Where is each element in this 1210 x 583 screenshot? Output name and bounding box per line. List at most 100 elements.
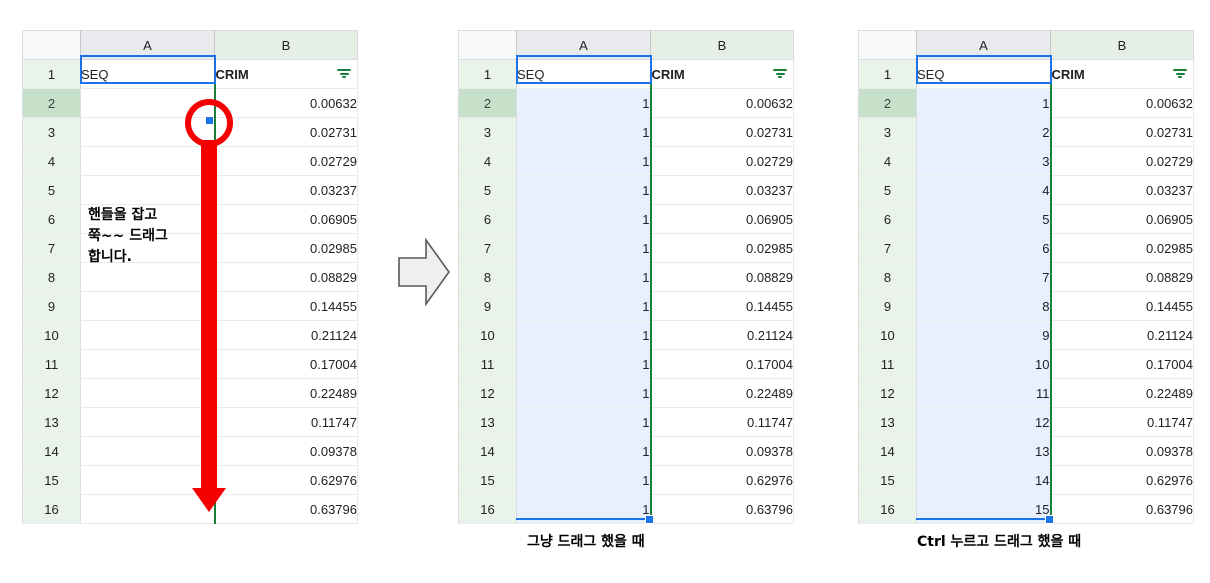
fill-handle[interactable] <box>1045 515 1054 524</box>
cell-b12[interactable]: 0.22489 <box>650 378 794 408</box>
row-header[interactable]: 1 <box>458 59 517 89</box>
cell-b8[interactable]: 0.08829 <box>650 262 794 292</box>
cell-b9[interactable]: 0.14455 <box>1050 291 1194 321</box>
cell-a9[interactable] <box>80 291 216 321</box>
row-header[interactable]: 6 <box>458 204 517 234</box>
row-header[interactable]: 13 <box>22 407 81 437</box>
cell-a5[interactable] <box>80 175 216 205</box>
row-header[interactable]: 3 <box>22 117 81 147</box>
cell-b5[interactable]: 0.03237 <box>1050 175 1194 205</box>
row-header[interactable]: 11 <box>458 349 517 379</box>
cell-a15[interactable]: 14 <box>916 465 1052 495</box>
cell-b3[interactable]: 0.02731 <box>1050 117 1194 147</box>
cell-a13[interactable] <box>80 407 216 437</box>
row-header[interactable]: 6 <box>858 204 917 234</box>
cell-a11[interactable]: 1 <box>516 349 652 379</box>
cell-a12[interactable] <box>80 378 216 408</box>
cell-a7[interactable]: 6 <box>916 233 1052 263</box>
row-header[interactable]: 15 <box>458 465 517 495</box>
cell-b14[interactable]: 0.09378 <box>214 436 358 466</box>
cell-b15[interactable]: 0.62976 <box>650 465 794 495</box>
cell-a12[interactable]: 11 <box>916 378 1052 408</box>
row-header[interactable]: 5 <box>458 175 517 205</box>
row-header[interactable]: 6 <box>22 204 81 234</box>
row-header[interactable]: 5 <box>22 175 81 205</box>
cell-b2[interactable]: 0.00632 <box>1050 88 1194 118</box>
cell-a14[interactable]: 13 <box>916 436 1052 466</box>
column-header-b[interactable]: B <box>214 30 358 60</box>
cell-b6[interactable]: 0.06905 <box>1050 204 1194 234</box>
row-header[interactable]: 3 <box>458 117 517 147</box>
row-header[interactable]: 2 <box>22 88 81 118</box>
row-header[interactable]: 14 <box>458 436 517 466</box>
row-header[interactable]: 5 <box>858 175 917 205</box>
cell-b1[interactable]: CRIM <box>214 59 358 89</box>
filter-funnel-icon[interactable] <box>337 69 351 79</box>
cell-b5[interactable]: 0.03237 <box>214 175 358 205</box>
cell-a8[interactable]: 7 <box>916 262 1052 292</box>
row-header[interactable]: 4 <box>458 146 517 176</box>
cell-b12[interactable]: 0.22489 <box>214 378 358 408</box>
cell-a13[interactable]: 12 <box>916 407 1052 437</box>
cell-b9[interactable]: 0.14455 <box>650 291 794 321</box>
row-header[interactable]: 9 <box>458 291 517 321</box>
cell-a1[interactable]: SEQ <box>80 59 216 89</box>
cell-a9[interactable]: 8 <box>916 291 1052 321</box>
row-header[interactable]: 16 <box>22 494 81 524</box>
row-header[interactable]: 2 <box>458 88 517 118</box>
cell-b14[interactable]: 0.09378 <box>650 436 794 466</box>
select-all-corner[interactable] <box>22 30 81 60</box>
cell-b9[interactable]: 0.14455 <box>214 291 358 321</box>
row-header[interactable]: 8 <box>22 262 81 292</box>
cell-a5[interactable]: 1 <box>516 175 652 205</box>
column-header-a[interactable]: A <box>516 30 651 60</box>
cell-b1[interactable]: CRIM <box>1050 59 1194 89</box>
row-header[interactable]: 14 <box>22 436 81 466</box>
cell-b10[interactable]: 0.21124 <box>214 320 358 350</box>
row-header[interactable]: 12 <box>22 378 81 408</box>
filter-funnel-icon[interactable] <box>773 69 787 79</box>
cell-b13[interactable]: 0.11747 <box>650 407 794 437</box>
row-header[interactable]: 13 <box>858 407 917 437</box>
cell-b4[interactable]: 0.02729 <box>650 146 794 176</box>
cell-b6[interactable]: 0.06905 <box>650 204 794 234</box>
cell-b15[interactable]: 0.62976 <box>1050 465 1194 495</box>
cell-b14[interactable]: 0.09378 <box>1050 436 1194 466</box>
cell-b11[interactable]: 0.17004 <box>1050 349 1194 379</box>
cell-b4[interactable]: 0.02729 <box>1050 146 1194 176</box>
row-header[interactable]: 3 <box>858 117 917 147</box>
row-header[interactable]: 7 <box>858 233 917 263</box>
fill-handle[interactable] <box>205 116 214 125</box>
cell-a4[interactable]: 1 <box>516 146 652 176</box>
row-header[interactable]: 12 <box>458 378 517 408</box>
cell-a2[interactable]: 1 <box>516 88 652 118</box>
cell-b1[interactable]: CRIM <box>650 59 794 89</box>
cell-a11[interactable] <box>80 349 216 379</box>
cell-a10[interactable]: 1 <box>516 320 652 350</box>
cell-a15[interactable]: 1 <box>516 465 652 495</box>
column-header-b[interactable]: B <box>1050 30 1194 60</box>
select-all-corner[interactable] <box>458 30 517 60</box>
cell-a3[interactable]: 2 <box>916 117 1052 147</box>
cell-b10[interactable]: 0.21124 <box>650 320 794 350</box>
cell-b15[interactable]: 0.62976 <box>214 465 358 495</box>
column-header-b[interactable]: B <box>650 30 794 60</box>
cell-b8[interactable]: 0.08829 <box>1050 262 1194 292</box>
row-header[interactable]: 11 <box>858 349 917 379</box>
cell-b16[interactable]: 0.63796 <box>650 494 794 524</box>
cell-a6[interactable]: 1 <box>516 204 652 234</box>
row-header[interactable]: 9 <box>22 291 81 321</box>
fill-handle[interactable] <box>645 515 654 524</box>
cell-b3[interactable]: 0.02731 <box>650 117 794 147</box>
cell-a4[interactable]: 3 <box>916 146 1052 176</box>
cell-b7[interactable]: 0.02985 <box>214 233 358 263</box>
cell-a9[interactable]: 1 <box>516 291 652 321</box>
cell-a8[interactable]: 1 <box>516 262 652 292</box>
row-header[interactable]: 10 <box>22 320 81 350</box>
cell-a4[interactable] <box>80 146 216 176</box>
row-header[interactable]: 12 <box>858 378 917 408</box>
cell-b7[interactable]: 0.02985 <box>650 233 794 263</box>
cell-b13[interactable]: 0.11747 <box>214 407 358 437</box>
cell-a3[interactable]: 1 <box>516 117 652 147</box>
cell-b4[interactable]: 0.02729 <box>214 146 358 176</box>
